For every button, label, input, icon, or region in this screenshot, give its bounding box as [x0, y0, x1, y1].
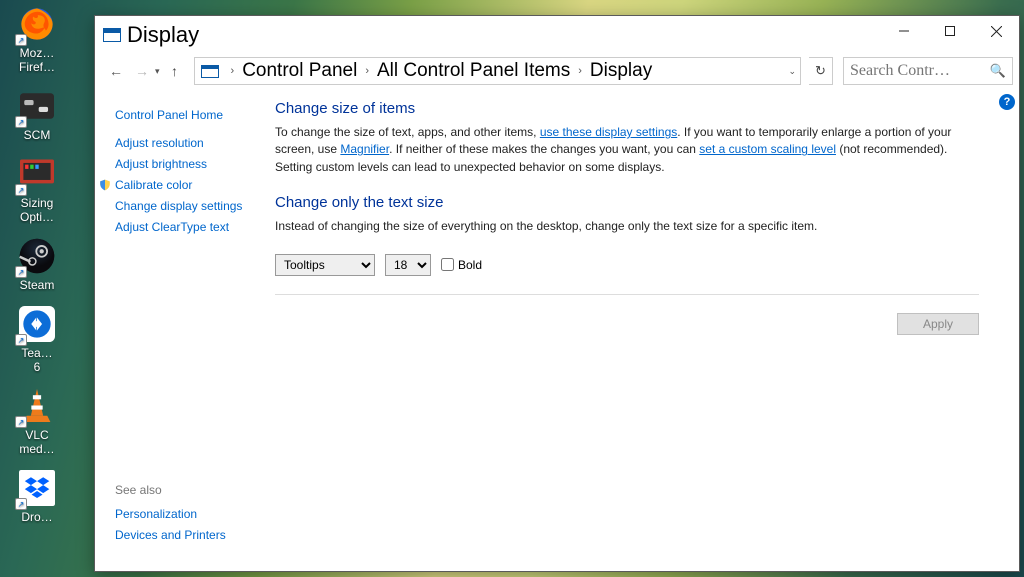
chevron-right-icon[interactable]: ›	[359, 65, 375, 77]
up-button[interactable]: ↑	[164, 63, 186, 79]
section-title-text-size: Change only the text size	[275, 194, 979, 211]
desktop-icon-teamviewer[interactable]: ↗ Tea… 6	[4, 302, 70, 374]
recent-locations-button[interactable]: ▾	[155, 66, 160, 77]
search-box[interactable]: 🔍	[843, 57, 1013, 85]
minimize-button[interactable]	[881, 16, 927, 46]
search-icon[interactable]: 🔍	[990, 63, 1006, 79]
bold-label: Bold	[458, 258, 482, 272]
titlebar[interactable]: Display	[95, 16, 1019, 54]
navigation-bar: ← → ▾ ↑ › Control Panel › All Control Pa…	[95, 54, 1019, 88]
maximize-button[interactable]	[927, 16, 973, 46]
forward-button[interactable]: →	[131, 60, 153, 82]
sidebar-adjust-brightness[interactable]: Adjust brightness	[115, 157, 267, 171]
section-title-change-size: Change size of items	[275, 100, 979, 117]
close-button[interactable]	[973, 16, 1019, 46]
refresh-button[interactable]: ↻	[809, 57, 833, 85]
desktop-icon-sublabel: Firef…	[5, 60, 69, 74]
desktop-icon-scm[interactable]: ↗ SCM	[4, 84, 70, 142]
search-input[interactable]	[850, 62, 990, 80]
chevron-right-icon[interactable]: ›	[572, 65, 588, 77]
text-item-select[interactable]: Tooltips	[275, 254, 375, 276]
chevron-right-icon[interactable]: ›	[225, 65, 241, 77]
breadcrumb-display[interactable]: Display	[588, 60, 654, 82]
link-magnifier[interactable]: Magnifier	[340, 142, 389, 156]
address-icon	[201, 65, 219, 78]
desktop-icon-sublabel: med…	[5, 442, 69, 456]
sidebar-adjust-resolution[interactable]: Adjust resolution	[115, 136, 267, 150]
desktop-icon-dropbox[interactable]: ↗ Dro…	[4, 466, 70, 524]
see-also-label: See also	[115, 483, 267, 497]
main-content: Change size of items To change the size …	[275, 88, 1019, 571]
address-dropdown[interactable]: ⌄	[788, 66, 796, 77]
desktop-icon-vlc[interactable]: ↗ VLC med…	[4, 384, 70, 456]
help-button[interactable]: ?	[999, 94, 1015, 110]
desktop-icon-sublabel: Opti…	[5, 210, 69, 224]
address-bar[interactable]: › Control Panel › All Control Panel Item…	[194, 57, 801, 85]
desktop-icon-label: Tea…	[5, 346, 69, 360]
section-text-text-size: Instead of changing the size of everythi…	[275, 218, 979, 235]
desktop-icon-steam[interactable]: ↗ Steam	[4, 234, 70, 292]
back-button[interactable]: ←	[105, 60, 127, 82]
sidebar-adjust-cleartype[interactable]: Adjust ClearType text	[115, 220, 267, 234]
breadcrumb-control-panel[interactable]: Control Panel	[240, 60, 359, 82]
sidebar-item-label: Calibrate color	[115, 178, 192, 192]
desktop-icon-firefox[interactable]: ↗ Moz… Firef…	[4, 2, 70, 74]
window-title: Display	[127, 22, 199, 48]
desktop-icon-label: VLC	[5, 428, 69, 442]
desktop-icon-label: SCM	[5, 128, 69, 142]
link-custom-scaling[interactable]: set a custom scaling level	[699, 142, 836, 156]
section-text-change-size: To change the size of text, apps, and ot…	[275, 124, 979, 176]
bold-checkbox-wrap[interactable]: Bold	[441, 258, 482, 272]
sidebar-home-link[interactable]: Control Panel Home	[115, 108, 267, 122]
desktop-icon-label: Dro…	[5, 510, 69, 524]
desktop-icon-sizing[interactable]: ↗ Sizing Opti…	[4, 152, 70, 224]
separator	[275, 294, 979, 295]
sidebar-calibrate-color[interactable]: Calibrate color	[115, 178, 267, 192]
desktop-icons: ↗ Moz… Firef… ↗ SCM ↗ Sizing Opti… ↗ Ste…	[4, 2, 70, 524]
text-size-select[interactable]: 18	[385, 254, 431, 276]
sidebar-devices-printers[interactable]: Devices and Printers	[115, 528, 267, 542]
window-icon	[103, 28, 121, 42]
apply-button[interactable]: Apply	[897, 313, 979, 335]
breadcrumb-all-items[interactable]: All Control Panel Items	[375, 60, 572, 82]
shield-icon	[99, 179, 111, 191]
sidebar-personalization[interactable]: Personalization	[115, 507, 267, 521]
sidebar: Control Panel Home Adjust resolution Adj…	[95, 88, 275, 571]
bold-checkbox[interactable]	[441, 258, 454, 271]
desktop-icon-label: Steam	[5, 278, 69, 292]
link-display-settings[interactable]: use these display settings	[540, 125, 677, 139]
desktop-icon-sublabel: 6	[5, 360, 69, 374]
desktop-icon-label: Sizing	[5, 196, 69, 210]
display-window: Display ← → ▾ ↑ › Control Panel › All Co…	[94, 15, 1020, 572]
sidebar-change-display-settings[interactable]: Change display settings	[115, 199, 267, 213]
desktop-icon-label: Moz…	[5, 46, 69, 60]
